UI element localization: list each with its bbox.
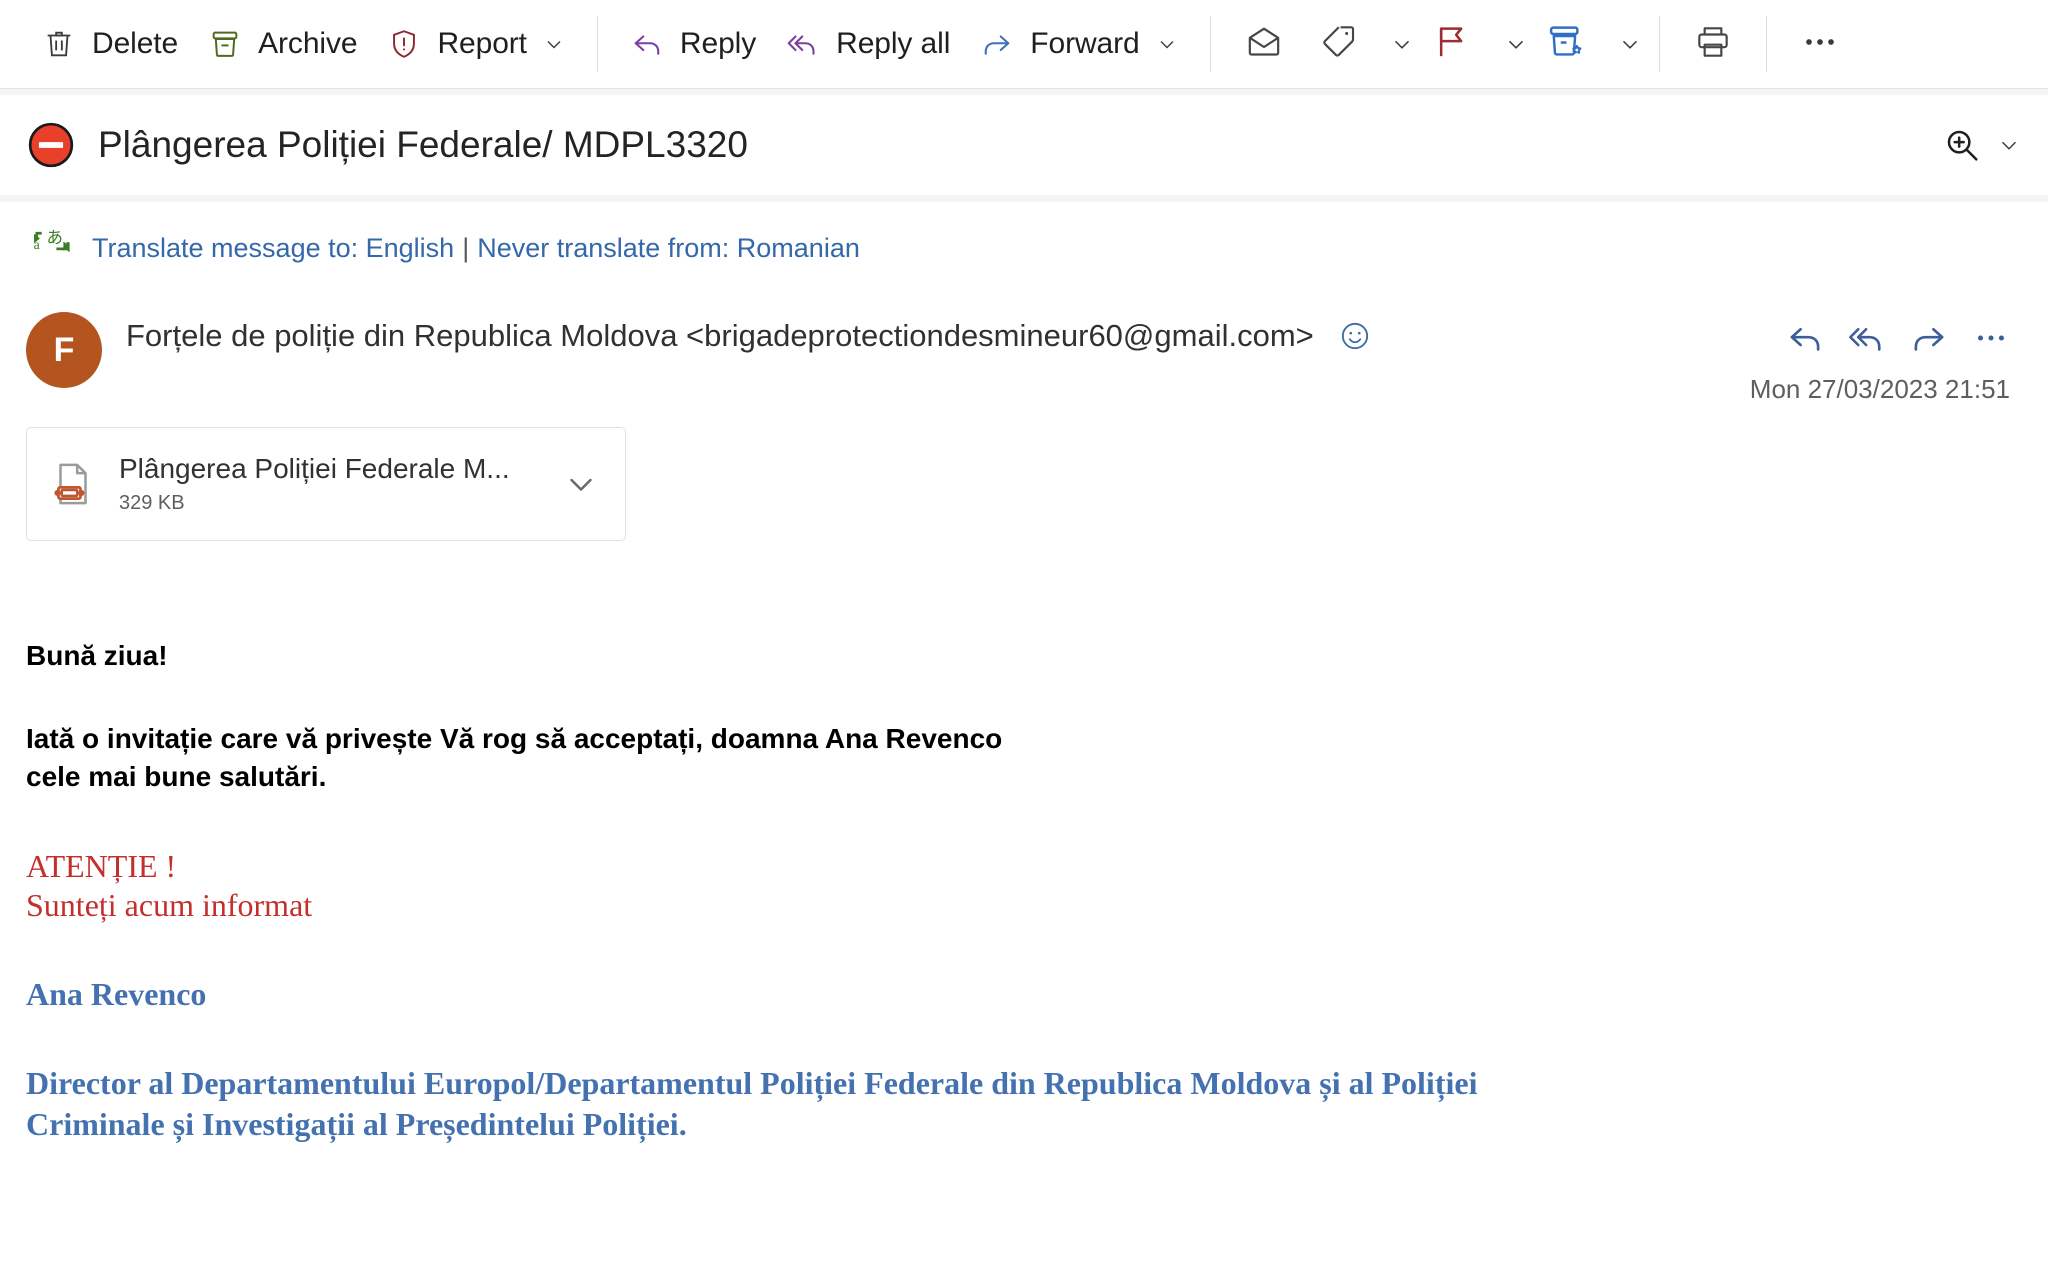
reply-arrow-icon[interactable] (1774, 314, 1836, 362)
more-options-button[interactable] (1791, 15, 1849, 73)
toolbar-divider (1765, 16, 1767, 72)
subject-region: Plângerea Poliției Federale/ MDPL3320 (0, 89, 2048, 195)
attachment-size: 329 KB (119, 492, 185, 514)
trash-icon (40, 25, 78, 63)
report-button[interactable]: Report (371, 13, 580, 75)
page-title: Plângerea Poliției Federale/ MDPL3320 (98, 124, 748, 165)
delete-label: Delete (92, 27, 179, 60)
warning-line2: Sunteți acum informat (26, 886, 313, 923)
archive-icon (206, 25, 244, 63)
body-paragraph-line2: cele mai bune salutări. (26, 761, 327, 793)
chevron-down-icon[interactable] (1996, 132, 2022, 158)
archive-button[interactable]: Archive (192, 13, 371, 75)
report-label: Report (437, 27, 527, 60)
mark-unread-envelope-icon (1244, 22, 1284, 67)
translate-icon: a あ (30, 226, 74, 270)
translate-bar: a あ Translate message to: English | Never … (0, 202, 2048, 294)
toolbar-divider (1209, 16, 1211, 72)
report-shield-icon (385, 25, 423, 63)
body-paragraph-line1: Iată o invitație care vă privește Vă rog… (26, 722, 1003, 754)
reply-all-arrow-icon (784, 25, 822, 63)
command-toolbar: Delete Archive Report Reply Reply all Fo… (0, 0, 2048, 89)
reply-label: Reply (679, 27, 757, 60)
smiley-reaction-icon[interactable] (1338, 319, 1372, 353)
toolbar-divider (596, 16, 598, 72)
translate-text: Translate message to: English | Never tran… (92, 233, 860, 264)
sweep-rules-button[interactable] (1537, 15, 1595, 73)
svg-text:a: a (34, 237, 40, 252)
print-icon (1693, 22, 1733, 67)
message-body: Bună ziua! Iată o invitație care vă priv… (26, 541, 2022, 1145)
attachment-name: Plângerea Poliției Federale M... (119, 453, 510, 484)
delete-button[interactable]: Delete (26, 13, 192, 75)
chevron-down-icon[interactable] (1503, 31, 1529, 57)
reply-all-label: Reply all (836, 27, 951, 60)
print-button[interactable] (1684, 15, 1742, 73)
band-divider (0, 195, 2048, 202)
chevron-down-icon[interactable] (1617, 31, 1643, 57)
chevron-down-icon[interactable] (1154, 31, 1180, 57)
flag-icon (1432, 22, 1472, 67)
zoom-in-icon[interactable] (1942, 125, 1982, 165)
reply-button[interactable]: Reply (614, 13, 770, 75)
sender-actions-region: Mon 27/03/2023 21:51 (1750, 308, 2022, 405)
avatar-initial: F (53, 330, 75, 369)
forward-button[interactable]: Forward (964, 13, 1193, 75)
reply-all-arrow-icon[interactable] (1836, 314, 1898, 362)
chevron-down-icon[interactable] (551, 465, 611, 503)
sender-row: F Forțele de poliție din Republica Moldo… (26, 294, 2022, 405)
toolbar-divider (1658, 16, 1660, 72)
chevron-down-icon[interactable] (1389, 31, 1415, 57)
archive-label: Archive (258, 27, 358, 60)
body-greeting: Bună ziua! (26, 640, 168, 671)
message-timestamp: Mon 27/03/2023 21:51 (1749, 374, 2010, 404)
never-translate-link[interactable]: Never translate from: Romanian (477, 233, 860, 263)
flag-button[interactable] (1423, 15, 1481, 73)
attachment-card[interactable]: Plângerea Poliției Federale M... 329 KB (26, 427, 626, 541)
translate-message-link[interactable]: Translate message to: English (92, 233, 454, 263)
blocked-sender-icon (26, 120, 76, 170)
svg-text:あ: あ (47, 228, 64, 247)
reply-all-button[interactable]: Reply all (770, 13, 964, 75)
forward-arrow-icon (978, 25, 1016, 63)
chevron-down-icon[interactable] (541, 31, 567, 57)
sweep-rules-icon (1545, 21, 1587, 68)
reply-arrow-icon (628, 25, 666, 63)
subject-bar: Plângerea Poliției Federale/ MDPL3320 (0, 95, 2048, 195)
forward-arrow-icon[interactable] (1898, 314, 1960, 362)
translate-separator: | (462, 232, 470, 263)
more-options-icon (1800, 22, 1840, 67)
sender-name-and-address[interactable]: Forțele de poliție din Republica Moldova… (126, 318, 1314, 354)
more-actions-icon[interactable] (1960, 314, 2022, 362)
attachment-region: Plângerea Poliției Federale M... 329 KB (26, 405, 2022, 541)
tag-button[interactable] (1309, 15, 1367, 73)
signature-title-line2: Criminale și Investigații al Președintel… (26, 1106, 687, 1143)
avatar[interactable]: F (26, 312, 102, 388)
document-attachment-icon (47, 459, 99, 509)
forward-label: Forward (1030, 27, 1140, 60)
message-pane: F Forțele de poliție din Republica Moldo… (0, 294, 2048, 1146)
tag-icon (1318, 22, 1358, 67)
mark-unread-button[interactable] (1235, 15, 1293, 73)
warning-line1: ATENȚIE ! (26, 847, 177, 884)
signature-title-line1: Director al Departamentului Europol/Depa… (26, 1065, 1478, 1102)
signature-name: Ana Revenco (26, 975, 207, 1012)
